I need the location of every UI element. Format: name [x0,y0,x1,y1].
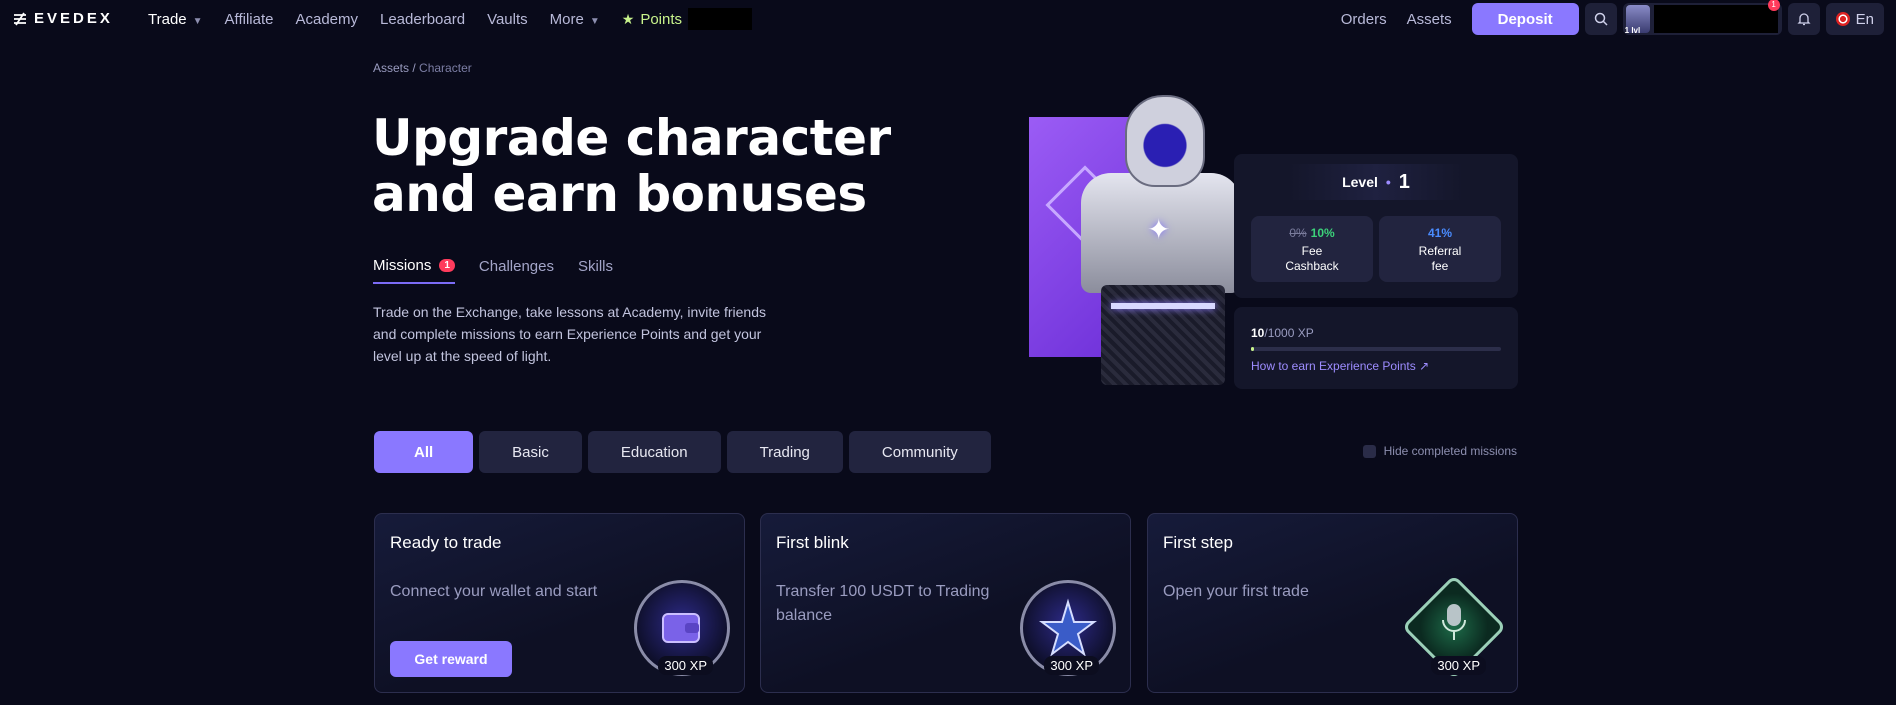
tab-challenges[interactable]: Challenges [479,257,554,284]
tab-missions-label: Missions [373,257,432,274]
level-value: 1 [1398,170,1410,193]
nav-more[interactable]: More ▼ [550,11,600,28]
hide-completed-label: Hide completed missions [1383,444,1517,458]
nav-vaults[interactable]: Vaults [487,11,528,28]
title-line-1: Upgrade character [372,109,891,167]
filter-education[interactable]: Education [587,431,721,473]
avatar: 1 lvl [1624,5,1650,35]
level-header: Level • 1 [1288,164,1464,200]
evedex-logo[interactable]: EVEDEX [12,10,113,27]
bell-icon [1797,13,1811,26]
xp-progress-fill [1251,347,1254,351]
nav-more-label: More [549,10,584,28]
mission-title: Ready to trade [390,533,502,552]
level-label: Level [1342,174,1378,190]
referral-label-1: Referral [1418,244,1462,258]
mission-xp: 300 XP [658,656,713,675]
tab-skills[interactable]: Skills [578,257,613,284]
nav-trade-label: Trade [148,10,187,28]
mission-xp: 300 XP [1431,656,1486,675]
character-belt [1111,303,1215,309]
filter-trading[interactable]: Trading [726,431,843,473]
mission-xp: 300 XP [1044,656,1099,675]
wallet-graphic [662,613,700,643]
mission-card: First blink Transfer 100 USDT to Trading… [760,513,1131,693]
language-label: En [1855,10,1874,28]
breadcrumb-separator: / [412,61,416,75]
microphone-glyph [1439,602,1469,652]
referral-fee-stat: 41% Referral fee [1379,216,1501,282]
character-helmet [1125,95,1205,187]
xp-current: 10 [1251,326,1265,340]
referral-label-2: fee [1431,259,1449,273]
points-value-redacted [688,8,753,30]
referral-value: 41% [1427,226,1453,240]
fee-label-2: Cashback [1285,259,1339,273]
tab-missions[interactable]: Missions 1 [373,257,455,284]
nav-orders[interactable]: Orders [1341,11,1387,28]
star-icon: ★ [621,10,635,27]
filter-all[interactable]: All [374,431,474,473]
mission-description: Connect your wallet and start [390,583,598,600]
missions-count-badge: 1 [439,259,455,272]
xp-progress-bar [1251,347,1501,351]
mission-description: Transfer 100 USDT to Trading balance [776,583,990,624]
character-legs [1101,285,1225,385]
search-button[interactable] [1584,3,1617,35]
filter-community[interactable]: Community [848,431,991,473]
deposit-button[interactable]: Deposit [1471,3,1579,35]
account-name-redacted [1653,5,1778,33]
mission-description: Open your first trade [1163,583,1309,600]
filter-basic[interactable]: Basic [479,431,582,473]
nav-trade[interactable]: Trade ▼ [148,11,203,28]
xp-progress-text: 10/1000 XP [1251,326,1314,340]
breadcrumb-current: Character [419,61,472,75]
mission-filters: All Basic Education Trading Community [374,431,991,473]
notifications-button[interactable] [1787,3,1820,35]
breadcrumb: Assets / Character [373,61,472,75]
profile-badge: 1 [1767,0,1780,11]
top-nav: EVEDEX Trade ▼ Affiliate Academy Leaderbo… [0,0,1896,38]
mission-title: First step [1163,533,1233,552]
mission-card: Ready to trade Connect your wallet and s… [374,513,745,693]
uk-flag-icon [1835,12,1850,26]
language-selector[interactable]: En [1825,3,1884,35]
microphone-graphic [1442,604,1466,640]
points-label: Points [640,10,683,28]
logo-text: EVEDEX [34,10,113,27]
hero-description: Trade on the Exchange, take lessons at A… [373,304,766,364]
avatar-level: 1 lvl [1624,26,1641,35]
chevron-down-icon: ▼ [589,15,600,27]
logo-icon [14,12,26,25]
nav-leaderboard[interactable]: Leaderboard [380,11,465,28]
star-graphic [1039,598,1097,657]
nav-academy[interactable]: Academy [295,11,358,28]
fee-cashback-stat: 0% 10% Fee Cashback [1251,216,1373,282]
hide-completed-toggle[interactable]: Hide completed missions [1362,444,1517,458]
xp-card: 10/1000 XP How to earn Experience Points… [1234,307,1518,389]
fee-old-value: 0% [1289,226,1307,240]
mission-card: First step Open your first trade 300 XP [1147,513,1518,693]
xp-total: /1000 XP [1264,326,1314,340]
nav-assets[interactable]: Assets [1407,11,1452,28]
level-bullet: • [1385,174,1391,190]
level-card: Level • 1 0% 10% Fee Cashback 41% Referral… [1234,154,1518,298]
search-icon [1594,12,1608,26]
breadcrumb-assets[interactable]: Assets [373,61,409,75]
page-title: Upgrade character and earn bonuses [372,110,972,222]
get-reward-button[interactable]: Get reward [390,641,512,677]
profile-menu[interactable]: 1 lvl 1 [1622,0,1782,35]
character-torso [1081,173,1241,293]
title-line-2: and earn bonuses [372,165,867,223]
how-to-earn-xp-link[interactable]: How to earn Experience Points ↗ [1251,359,1429,373]
fee-label-1: Fee [1301,244,1323,258]
points-indicator[interactable]: ★ Points [621,8,753,30]
nav-affiliate[interactable]: Affiliate [225,11,274,28]
tab-bar: Missions 1 Challenges Skills [373,257,613,284]
fee-new-value: 10% [1310,226,1335,240]
mission-title: First blink [776,533,849,552]
hide-completed-checkbox[interactable] [1362,444,1376,458]
character-illustration [1015,95,1255,390]
chevron-down-icon: ▼ [192,15,203,27]
